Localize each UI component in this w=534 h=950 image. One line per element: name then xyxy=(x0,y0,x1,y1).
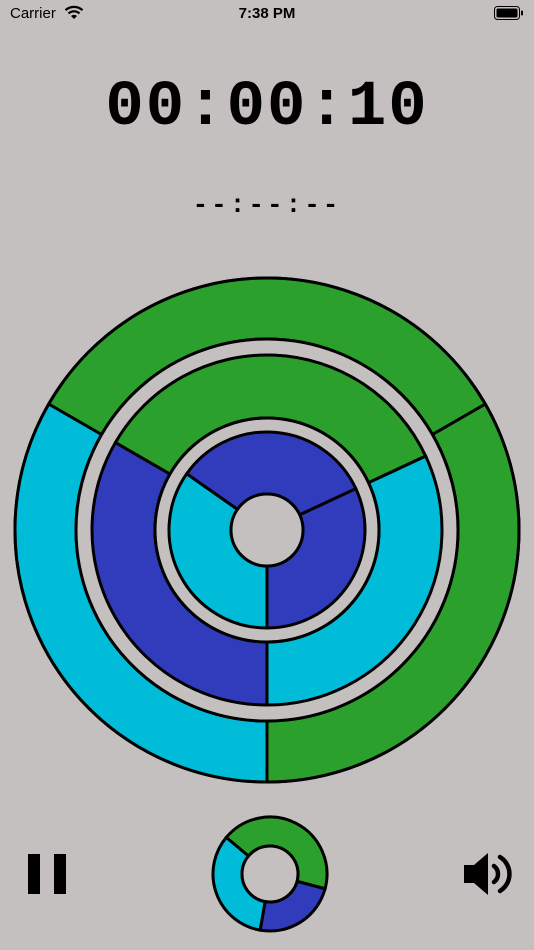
pause-button[interactable] xyxy=(24,850,70,898)
elapsed-timer-text: 00:00:10 xyxy=(105,76,428,128)
clock-label: 7:38 PM xyxy=(238,5,296,22)
next-piece[interactable] xyxy=(210,814,330,934)
best-time-text: --:--:-- xyxy=(193,190,342,218)
ring-board[interactable] xyxy=(0,260,534,800)
best-time: --:--:-- xyxy=(193,190,342,218)
bottom-bar xyxy=(0,810,534,940)
speaker-icon[interactable] xyxy=(460,848,520,900)
next-piece-hole xyxy=(240,844,300,904)
battery-icon xyxy=(494,6,523,20)
center-hole xyxy=(229,492,305,568)
status-bar: Carrier 7:38 PM xyxy=(0,0,534,28)
elapsed-timer: 00:00:10 xyxy=(105,76,428,128)
pause-icon xyxy=(28,854,40,894)
